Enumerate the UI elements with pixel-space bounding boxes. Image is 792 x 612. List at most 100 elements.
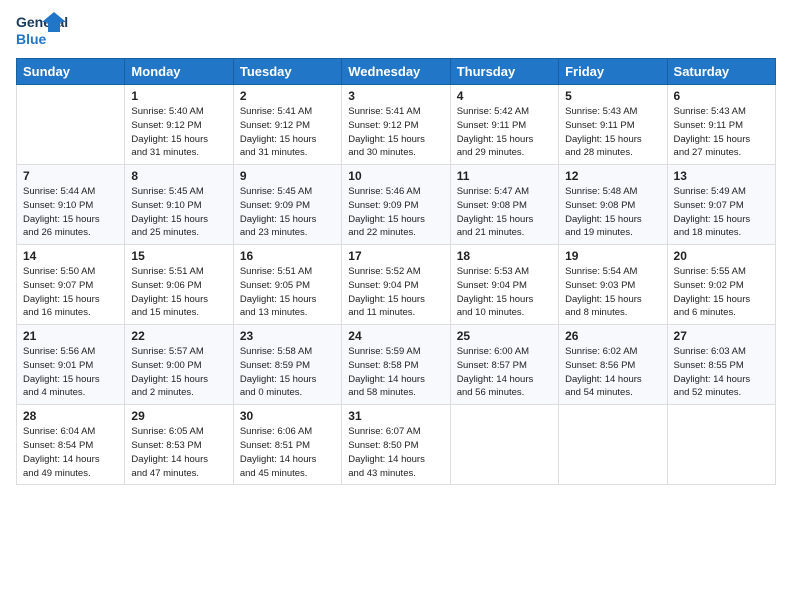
calendar-cell: 29 Sunrise: 6:05 AM Sunset: 8:53 PM Dayli… xyxy=(125,405,233,485)
day-number: 22 xyxy=(131,329,226,343)
day-number: 13 xyxy=(674,169,769,183)
calendar-week-row: 28 Sunrise: 6:04 AM Sunset: 8:54 PM Dayli… xyxy=(17,405,776,485)
day-info: Sunrise: 5:52 AM Sunset: 9:04 PM Dayligh… xyxy=(348,265,443,320)
day-info: Sunrise: 6:07 AM Sunset: 8:50 PM Dayligh… xyxy=(348,425,443,480)
day-number: 24 xyxy=(348,329,443,343)
day-info: Sunrise: 5:43 AM Sunset: 9:11 PM Dayligh… xyxy=(674,105,769,160)
day-info: Sunrise: 5:58 AM Sunset: 8:59 PM Dayligh… xyxy=(240,345,335,400)
calendar-week-row: 14 Sunrise: 5:50 AM Sunset: 9:07 PM Dayli… xyxy=(17,245,776,325)
calendar-cell: 13 Sunrise: 5:49 AM Sunset: 9:07 PM Dayli… xyxy=(667,165,775,245)
calendar-cell: 2 Sunrise: 5:41 AM Sunset: 9:12 PM Daylig… xyxy=(233,85,341,165)
calendar-cell: 19 Sunrise: 5:54 AM Sunset: 9:03 PM Dayli… xyxy=(559,245,667,325)
day-info: Sunrise: 5:47 AM Sunset: 9:08 PM Dayligh… xyxy=(457,185,552,240)
calendar-cell: 18Sunrise: 5:53 AM Sunset: 9:04 PM Dayli… xyxy=(450,245,558,325)
day-info: Sunrise: 6:04 AM Sunset: 8:54 PM Dayligh… xyxy=(23,425,118,480)
day-info: Sunrise: 5:55 AM Sunset: 9:02 PM Dayligh… xyxy=(674,265,769,320)
calendar-week-row: 7 Sunrise: 5:44 AM Sunset: 9:10 PM Daylig… xyxy=(17,165,776,245)
day-number: 19 xyxy=(565,249,660,263)
svg-text:Blue: Blue xyxy=(16,31,47,47)
day-info: Sunrise: 5:50 AM Sunset: 9:07 PM Dayligh… xyxy=(23,265,118,320)
weekday-header: Friday xyxy=(559,59,667,85)
calendar-cell: 28 Sunrise: 6:04 AM Sunset: 8:54 PM Dayli… xyxy=(17,405,125,485)
day-info: Sunrise: 6:05 AM Sunset: 8:53 PM Dayligh… xyxy=(131,425,226,480)
day-number: 3 xyxy=(348,89,443,103)
day-number: 6 xyxy=(674,89,769,103)
logo-icon: GeneralBlue xyxy=(16,10,68,50)
weekday-header: Thursday xyxy=(450,59,558,85)
calendar-cell: 6 Sunrise: 5:43 AM Sunset: 9:11 PM Daylig… xyxy=(667,85,775,165)
calendar-cell: 15 Sunrise: 5:51 AM Sunset: 9:06 PM Dayli… xyxy=(125,245,233,325)
day-info: Sunrise: 5:56 AM Sunset: 9:01 PM Dayligh… xyxy=(23,345,118,400)
day-info: Sunrise: 5:45 AM Sunset: 9:09 PM Dayligh… xyxy=(240,185,335,240)
day-info: Sunrise: 6:03 AM Sunset: 8:55 PM Dayligh… xyxy=(674,345,769,400)
day-info: Sunrise: 5:54 AM Sunset: 9:03 PM Dayligh… xyxy=(565,265,660,320)
weekday-header: Wednesday xyxy=(342,59,450,85)
calendar-cell xyxy=(667,405,775,485)
calendar-cell: 9 Sunrise: 5:45 AM Sunset: 9:09 PM Daylig… xyxy=(233,165,341,245)
day-info: Sunrise: 5:49 AM Sunset: 9:07 PM Dayligh… xyxy=(674,185,769,240)
weekday-header: Sunday xyxy=(17,59,125,85)
calendar-cell: 3Sunrise: 5:41 AM Sunset: 9:12 PM Daylig… xyxy=(342,85,450,165)
day-number: 12 xyxy=(565,169,660,183)
calendar-week-row: 21 Sunrise: 5:56 AM Sunset: 9:01 PM Dayli… xyxy=(17,325,776,405)
calendar-cell: 1 Sunrise: 5:40 AM Sunset: 9:12 PM Daylig… xyxy=(125,85,233,165)
calendar-cell: 25 Sunrise: 6:00 AM Sunset: 8:57 PM Dayli… xyxy=(450,325,558,405)
calendar-header-row: SundayMondayTuesdayWednesdayThursdayFrid… xyxy=(17,59,776,85)
calendar-cell: 11 Sunrise: 5:47 AM Sunset: 9:08 PM Dayli… xyxy=(450,165,558,245)
day-number: 21 xyxy=(23,329,118,343)
day-number: 14 xyxy=(23,249,118,263)
calendar-cell: 4 Sunrise: 5:42 AM Sunset: 9:11 PM Daylig… xyxy=(450,85,558,165)
day-info: Sunrise: 6:02 AM Sunset: 8:56 PM Dayligh… xyxy=(565,345,660,400)
calendar-cell xyxy=(450,405,558,485)
day-info: Sunrise: 5:42 AM Sunset: 9:11 PM Dayligh… xyxy=(457,105,552,160)
day-info: Sunrise: 5:51 AM Sunset: 9:06 PM Dayligh… xyxy=(131,265,226,320)
day-info: Sunrise: 5:40 AM Sunset: 9:12 PM Dayligh… xyxy=(131,105,226,160)
day-info: Sunrise: 6:06 AM Sunset: 8:51 PM Dayligh… xyxy=(240,425,335,480)
day-info: Sunrise: 5:44 AM Sunset: 9:10 PM Dayligh… xyxy=(23,185,118,240)
day-number: 16 xyxy=(240,249,335,263)
calendar-cell: 26Sunrise: 6:02 AM Sunset: 8:56 PM Dayli… xyxy=(559,325,667,405)
calendar-cell: 22 Sunrise: 5:57 AM Sunset: 9:00 PM Dayli… xyxy=(125,325,233,405)
day-number: 5 xyxy=(565,89,660,103)
calendar-cell: 27 Sunrise: 6:03 AM Sunset: 8:55 PM Dayli… xyxy=(667,325,775,405)
calendar-cell xyxy=(559,405,667,485)
day-number: 27 xyxy=(674,329,769,343)
calendar-cell: 23 Sunrise: 5:58 AM Sunset: 8:59 PM Dayli… xyxy=(233,325,341,405)
day-info: Sunrise: 5:41 AM Sunset: 9:12 PM Dayligh… xyxy=(240,105,335,160)
calendar-cell: 8 Sunrise: 5:45 AM Sunset: 9:10 PM Daylig… xyxy=(125,165,233,245)
day-number: 23 xyxy=(240,329,335,343)
weekday-header: Monday xyxy=(125,59,233,85)
calendar-cell: 10 Sunrise: 5:46 AM Sunset: 9:09 PM Dayli… xyxy=(342,165,450,245)
calendar-cell: 31Sunrise: 6:07 AM Sunset: 8:50 PM Dayli… xyxy=(342,405,450,485)
day-number: 20 xyxy=(674,249,769,263)
day-info: Sunrise: 5:45 AM Sunset: 9:10 PM Dayligh… xyxy=(131,185,226,240)
calendar: SundayMondayTuesdayWednesdayThursdayFrid… xyxy=(16,58,776,485)
calendar-cell: 14 Sunrise: 5:50 AM Sunset: 9:07 PM Dayli… xyxy=(17,245,125,325)
header: GeneralBlue xyxy=(16,10,776,50)
day-number: 10 xyxy=(348,169,443,183)
day-info: Sunrise: 6:00 AM Sunset: 8:57 PM Dayligh… xyxy=(457,345,552,400)
day-info: Sunrise: 5:57 AM Sunset: 9:00 PM Dayligh… xyxy=(131,345,226,400)
calendar-cell: 17 Sunrise: 5:52 AM Sunset: 9:04 PM Dayli… xyxy=(342,245,450,325)
day-info: Sunrise: 5:53 AM Sunset: 9:04 PM Dayligh… xyxy=(457,265,552,320)
day-number: 15 xyxy=(131,249,226,263)
day-number: 29 xyxy=(131,409,226,423)
weekday-header: Saturday xyxy=(667,59,775,85)
day-info: Sunrise: 5:46 AM Sunset: 9:09 PM Dayligh… xyxy=(348,185,443,240)
logo: GeneralBlue xyxy=(16,10,68,50)
day-number: 11 xyxy=(457,169,552,183)
day-number: 9 xyxy=(240,169,335,183)
day-number: 4 xyxy=(457,89,552,103)
calendar-cell: 16Sunrise: 5:51 AM Sunset: 9:05 PM Dayli… xyxy=(233,245,341,325)
day-info: Sunrise: 5:43 AM Sunset: 9:11 PM Dayligh… xyxy=(565,105,660,160)
day-number: 25 xyxy=(457,329,552,343)
day-number: 17 xyxy=(348,249,443,263)
day-number: 2 xyxy=(240,89,335,103)
calendar-week-row: 1 Sunrise: 5:40 AM Sunset: 9:12 PM Daylig… xyxy=(17,85,776,165)
calendar-cell: 24Sunrise: 5:59 AM Sunset: 8:58 PM Dayli… xyxy=(342,325,450,405)
day-number: 28 xyxy=(23,409,118,423)
day-number: 7 xyxy=(23,169,118,183)
calendar-cell: 30Sunrise: 6:06 AM Sunset: 8:51 PM Dayli… xyxy=(233,405,341,485)
day-number: 8 xyxy=(131,169,226,183)
day-number: 1 xyxy=(131,89,226,103)
